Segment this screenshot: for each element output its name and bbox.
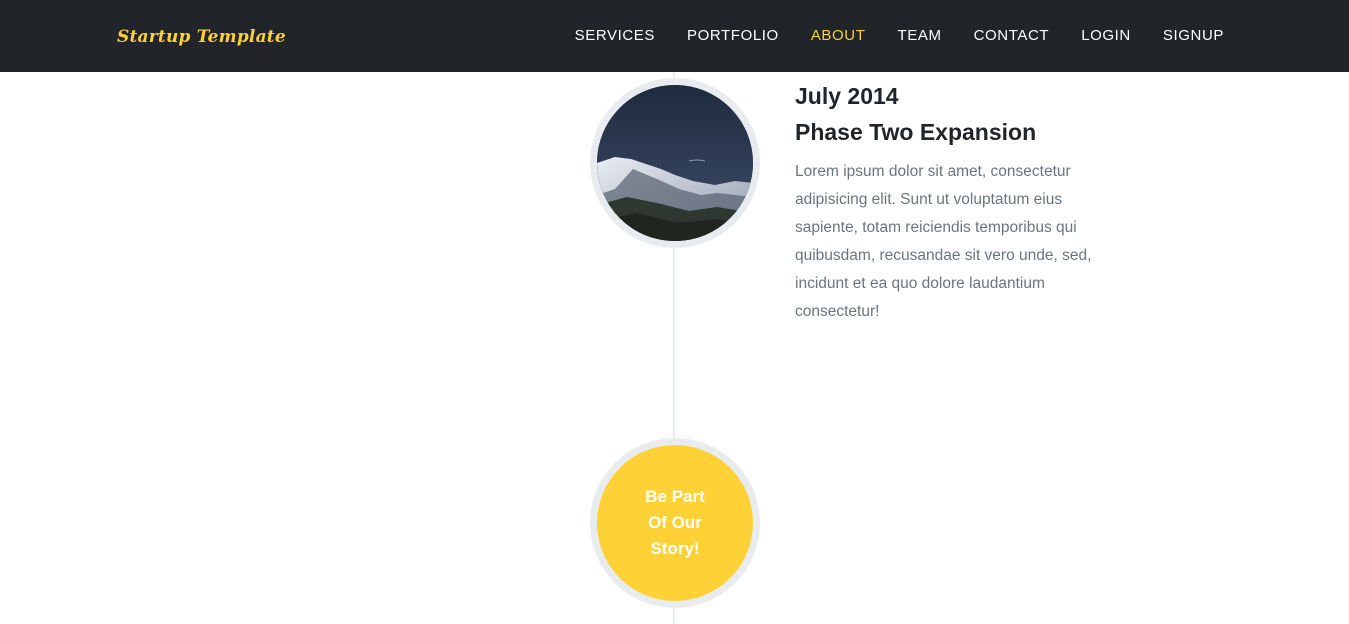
nav-item-portfolio: PORTFOLIO — [687, 27, 779, 45]
top-navbar: Startup Template SERVICES PORTFOLIO ABOU… — [0, 0, 1349, 72]
nav-link-services[interactable]: SERVICES — [575, 27, 655, 44]
timeline-body-text: Lorem ipsum dolor sit amet, consectetur … — [795, 163, 1092, 320]
nav-link-contact[interactable]: CONTACT — [974, 27, 1050, 44]
nav-link-team[interactable]: TEAM — [898, 27, 942, 44]
nav-item-services: SERVICES — [575, 27, 655, 45]
nav-item-login: LOGIN — [1081, 27, 1131, 45]
timeline-panel: July 2014 Phase Two Expansion Lorem ipsu… — [795, 78, 1105, 326]
nav-link-signup[interactable]: SIGNUP — [1163, 27, 1224, 44]
timeline-photo-circle — [590, 78, 760, 248]
cta-text: Be Part Of Our Story! — [645, 487, 705, 558]
nav-item-team: TEAM — [898, 27, 942, 45]
nav-item-about: ABOUT — [811, 27, 866, 45]
nav-menu: SERVICES PORTFOLIO ABOUT TEAM CONTACT LO… — [543, 0, 1224, 72]
nav-link-about[interactable]: ABOUT — [811, 27, 866, 44]
snowy-mountain-night-photo — [597, 85, 753, 241]
timeline-title-heading: Phase Two Expansion — [795, 119, 1037, 145]
nav-link-login[interactable]: LOGIN — [1081, 27, 1131, 44]
nav-item-contact: CONTACT — [974, 27, 1050, 45]
nav-link-portfolio[interactable]: PORTFOLIO — [687, 27, 779, 44]
timeline-date-heading: July 2014 — [795, 83, 899, 109]
brand-logo-link[interactable]: Startup Template — [117, 27, 286, 47]
be-part-of-our-story-badge: Be Part Of Our Story! — [590, 438, 760, 608]
nav-item-signup: SIGNUP — [1163, 27, 1224, 45]
